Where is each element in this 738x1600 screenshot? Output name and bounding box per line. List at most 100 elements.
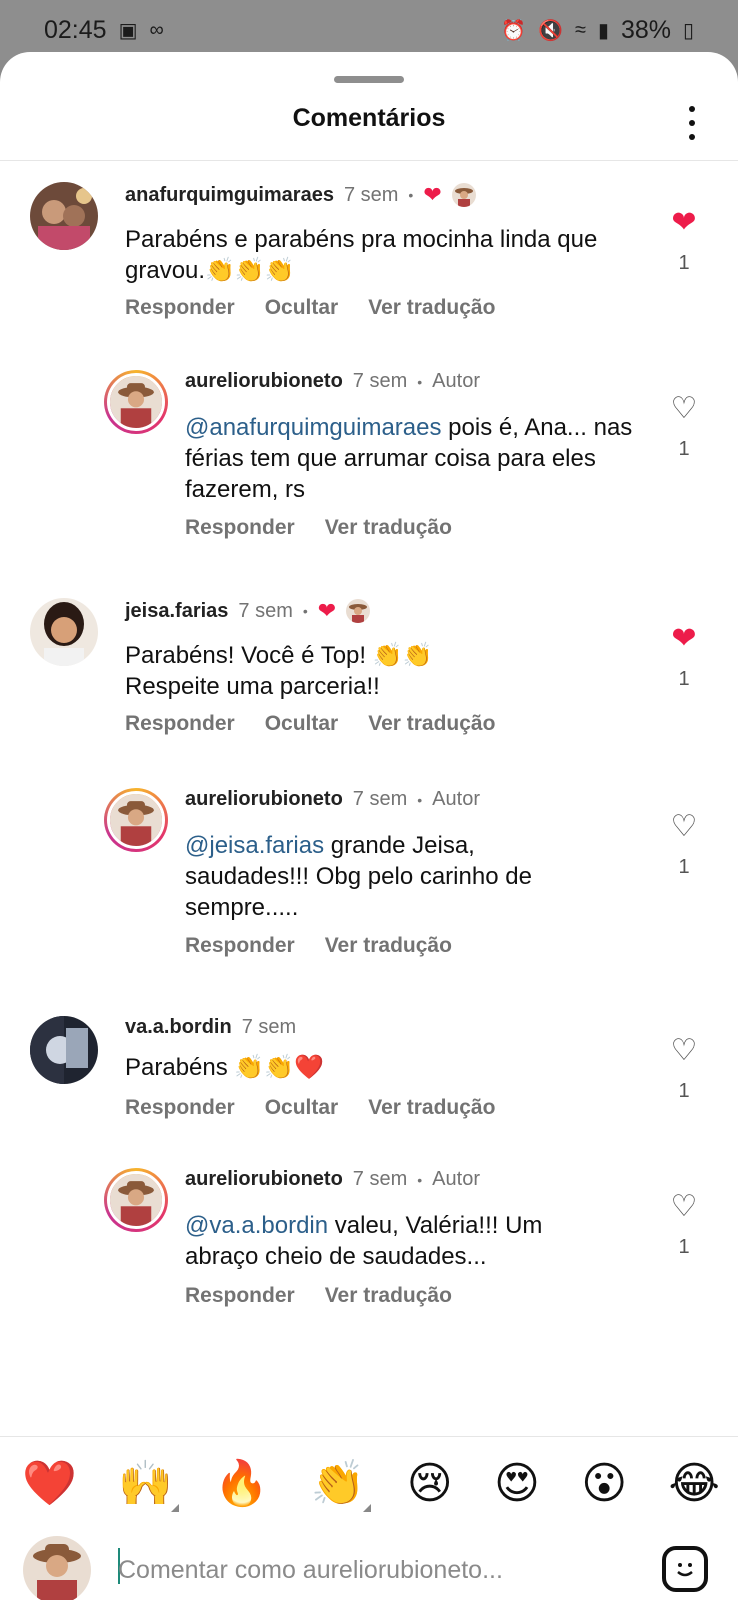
username[interactable]: va.a.bordin: [125, 1016, 232, 1039]
username[interactable]: jeisa.farias: [125, 600, 228, 623]
translate-button[interactable]: Ver tradução: [325, 934, 452, 958]
translate-button[interactable]: Ver tradução: [325, 1284, 452, 1308]
comment-actions: Responder Ocultar Ver tradução: [125, 296, 495, 320]
like-column: ♡ 1: [666, 1190, 702, 1259]
timestamp: 7 sem: [352, 1168, 408, 1190]
author-badge: Autor: [432, 788, 480, 810]
like-column: ♡ 1: [666, 1034, 702, 1103]
comment-actions: Responder Ver tradução: [185, 1284, 452, 1308]
status-bar: 02:45 ▣ ∞ ⏰ 🔇 ≈ ▮ 38% ▯: [0, 0, 738, 60]
separator-dot: •: [302, 603, 308, 619]
heart-eyes-emoji-button[interactable]: 😍: [494, 1456, 540, 1512]
comment-meta: aureliorubioneto 7 sem • Autor: [185, 1168, 480, 1191]
translate-button[interactable]: Ver tradução: [368, 1096, 495, 1120]
emoji-bar-divider: [0, 1436, 738, 1437]
separator-dot: •: [417, 1171, 423, 1188]
heart-emoji-button[interactable]: ❤️: [22, 1456, 77, 1512]
timestamp: 7 sem: [241, 1016, 297, 1038]
like-count: 1: [678, 668, 690, 690]
avatar[interactable]: [104, 1168, 168, 1232]
comment-text: Parabéns e parabéns pra mocinha linda qu…: [125, 226, 598, 284]
mention-link[interactable]: @anafurquimguimaraes: [185, 414, 442, 441]
author-liked-heart-icon: ❤: [423, 182, 442, 207]
comment-actions: Responder Ocultar Ver tradução: [125, 712, 495, 736]
like-count: 1: [678, 1236, 690, 1258]
username[interactable]: aureliorubioneto: [185, 1168, 343, 1191]
hide-button[interactable]: Ocultar: [265, 296, 339, 320]
comment-text: @jeisa.farias grande Jeisa, saudades!!! …: [185, 830, 585, 923]
like-column: ❤ 1: [666, 622, 702, 691]
username[interactable]: aureliorubioneto: [185, 788, 343, 811]
laughing-emoji-button[interactable]: 😂: [669, 1456, 720, 1512]
surprised-emoji-button[interactable]: 😮: [581, 1456, 627, 1512]
crying-emoji-button[interactable]: 😢: [407, 1456, 453, 1512]
username[interactable]: aureliorubioneto: [185, 370, 343, 393]
avatar[interactable]: [30, 598, 98, 666]
comment-composer: [0, 1530, 738, 1600]
comment-meta: aureliorubioneto 7 sem • Autor: [185, 370, 480, 393]
voicemail-icon: ∞: [149, 18, 164, 41]
like-count: 1: [678, 1080, 690, 1102]
heart-filled-icon[interactable]: ❤: [666, 206, 702, 240]
raised-hands-emoji-button[interactable]: 🙌: [118, 1456, 179, 1512]
separator-dot: •: [417, 791, 423, 808]
reply-button[interactable]: Responder: [185, 1284, 295, 1308]
heart-outline-icon[interactable]: ♡: [666, 1190, 702, 1224]
avatar[interactable]: [104, 370, 168, 434]
heart-outline-icon[interactable]: ♡: [666, 1034, 702, 1068]
comment-meta: va.a.bordin 7 sem: [125, 1016, 296, 1039]
clap-emoji-button[interactable]: 👏: [311, 1456, 372, 1512]
avatar[interactable]: [104, 788, 168, 852]
comment-actions: Responder Ocultar Ver tradução: [125, 1096, 495, 1120]
heart-outline-icon[interactable]: ♡: [666, 392, 702, 426]
timestamp: 7 sem: [352, 370, 408, 392]
timestamp: 7 sem: [343, 183, 399, 206]
comment-text: Parabéns 👏👏❤️: [125, 1054, 325, 1081]
more-options-icon[interactable]: [684, 106, 700, 140]
comment-line: Respeite uma parceria!!: [125, 673, 380, 700]
translate-button[interactable]: Ver tradução: [325, 516, 452, 540]
timestamp: 7 sem: [238, 599, 293, 622]
wifi-icon: ≈: [574, 18, 586, 41]
fire-emoji-button[interactable]: 🔥: [214, 1456, 269, 1512]
like-column: ♡ 1: [666, 392, 702, 461]
sticker-icon[interactable]: [662, 1546, 708, 1592]
comment-actions: Responder Ver tradução: [185, 934, 452, 958]
mention-link[interactable]: @jeisa.farias: [185, 832, 324, 859]
comments-sheet: Comentários anafurquimguimaraes 7 sem • …: [0, 52, 738, 1600]
username[interactable]: anafurquimguimaraes: [125, 184, 334, 207]
translate-button[interactable]: Ver tradução: [368, 296, 495, 320]
timestamp: 7 sem: [352, 788, 408, 810]
avatar[interactable]: [30, 182, 98, 250]
author-badge: Autor: [432, 1168, 480, 1190]
reply-button[interactable]: Responder: [125, 296, 235, 320]
heart-filled-icon[interactable]: ❤: [666, 622, 702, 656]
reply-button[interactable]: Responder: [185, 934, 295, 958]
like-count: 1: [678, 252, 690, 274]
hide-button[interactable]: Ocultar: [265, 1096, 339, 1120]
page-title: Comentários: [292, 104, 446, 132]
current-user-avatar: [23, 1536, 91, 1600]
author-mini-avatar: [451, 183, 476, 207]
reply-button[interactable]: Responder: [125, 712, 235, 736]
alarm-icon: ⏰: [501, 19, 527, 42]
drag-handle[interactable]: [334, 76, 404, 83]
comment-actions: Responder Ver tradução: [185, 516, 452, 540]
heart-outline-icon[interactable]: ♡: [666, 810, 702, 844]
like-column: ♡ 1: [666, 810, 702, 879]
hide-button[interactable]: Ocultar: [265, 712, 339, 736]
quick-emoji-bar: ❤️ 🙌 🔥 👏 😢 😍 😮 😂: [22, 1456, 720, 1512]
reply-button[interactable]: Responder: [185, 516, 295, 540]
battery-percentage: 38%: [620, 15, 671, 44]
comment-text: @va.a.bordin valeu, Valéria!!! Um abraço…: [185, 1210, 605, 1272]
translate-button[interactable]: Ver tradução: [368, 712, 495, 736]
comment-text: Parabéns! Você é Top! 👏👏 Respeite uma pa…: [125, 640, 605, 702]
like-count: 1: [678, 438, 690, 460]
reply-button[interactable]: Responder: [125, 1096, 235, 1120]
mention-link[interactable]: @va.a.bordin: [185, 1212, 328, 1239]
comment-text: @anafurquimguimaraes pois é, Ana... nas …: [185, 412, 635, 505]
comment-input[interactable]: [118, 1550, 618, 1590]
avatar[interactable]: [30, 1016, 98, 1084]
image-icon: ▣: [118, 19, 138, 42]
comment-meta: aureliorubioneto 7 sem • Autor: [185, 788, 480, 811]
